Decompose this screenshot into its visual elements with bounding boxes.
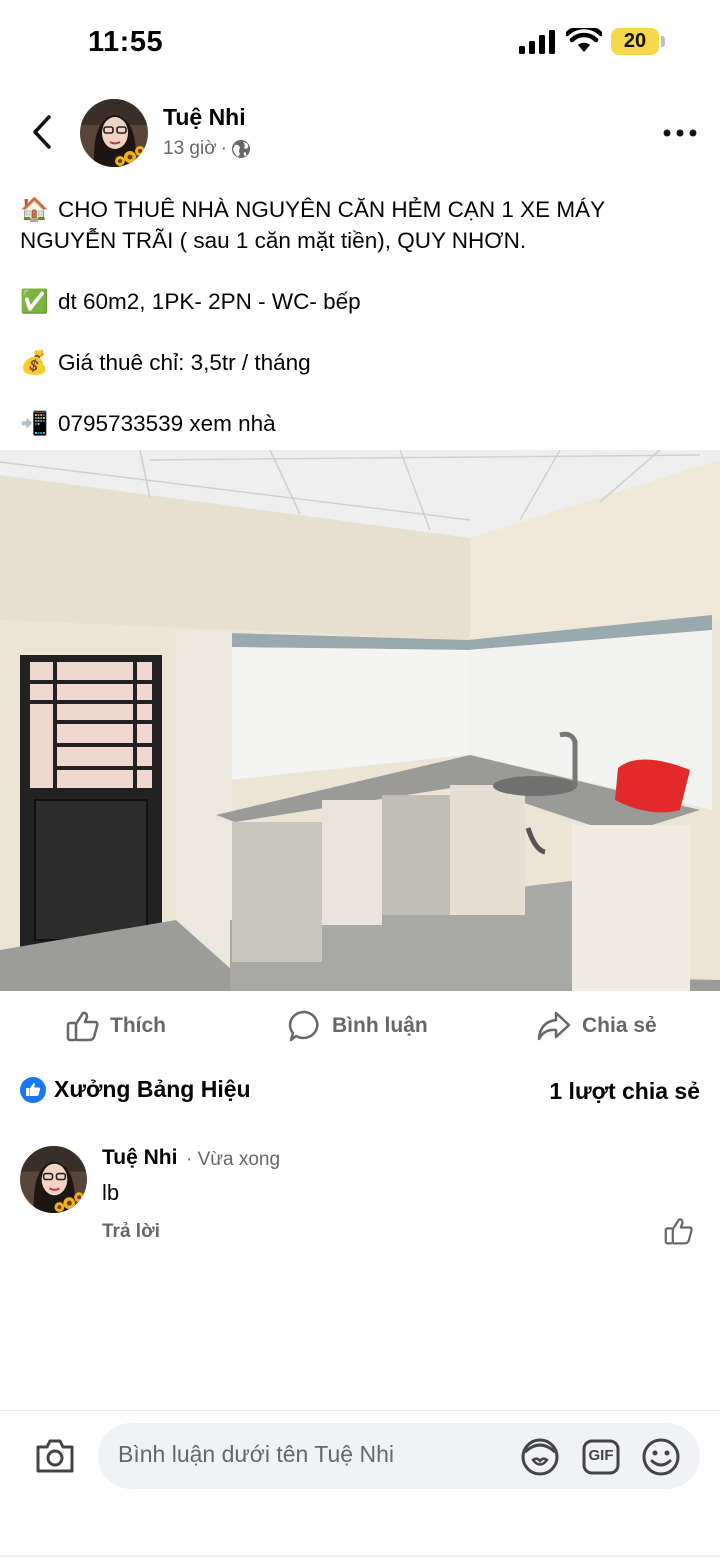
more-options-button[interactable] — [660, 118, 700, 148]
post-line-title: 🏠 CHO THUÊ NHÀ NGUYÊN CĂN HẺM CẠN 1 XE M… — [20, 194, 710, 225]
author-avatar[interactable] — [80, 99, 148, 167]
post-area-text: dt 60m2, 1PK- 2PN - WC- bếp — [58, 289, 361, 314]
chevron-left-icon — [33, 115, 51, 149]
post-line-area: ✅ dt 60m2, 1PK- 2PN - WC- bếp — [20, 286, 710, 317]
post-actions: Thích Bình luận Chia sẻ — [0, 1000, 720, 1052]
like-label: Thích — [110, 1014, 166, 1037]
battery-icon: 20 — [611, 28, 659, 55]
cellular-signal-icon — [519, 30, 555, 54]
wifi-icon — [566, 28, 602, 52]
post-meta: 13 giờ · — [163, 138, 251, 160]
post-photo[interactable] — [0, 450, 720, 991]
camera-icon[interactable] — [34, 1436, 76, 1476]
post-contact-text: 0795733539 xem nhà — [58, 411, 276, 436]
post-line-price: 💰 Giá thuê chỉ: 3,5tr / tháng — [20, 347, 710, 378]
meta-separator: · — [220, 138, 227, 159]
share-count[interactable]: 1 lượt chia sẻ — [549, 1078, 700, 1105]
share-label: Chia sẻ — [582, 1014, 657, 1037]
thumbs-up-icon — [66, 1011, 99, 1042]
post-line-contact: 📲 0795733539 xem nhà — [20, 408, 710, 439]
globe-icon — [232, 140, 250, 158]
back-button[interactable] — [22, 112, 62, 152]
reactor-name: Xưởng Bảng Hiệu — [54, 1076, 251, 1102]
reaction-summary[interactable]: Xưởng Bảng Hiệu — [20, 1076, 251, 1103]
comment-text: lb — [102, 1180, 120, 1205]
comment-input-placeholder: Bình luận dưới tên Tuệ Nhi — [118, 1441, 394, 1467]
comment-author-name[interactable]: Tuệ Nhi — [102, 1146, 177, 1170]
check-mark-icon: ✅ — [20, 288, 49, 314]
post-body: 🏠 CHO THUÊ NHÀ NGUYÊN CĂN HẺM CẠN 1 XE M… — [20, 194, 710, 439]
gif-button[interactable]: GIF — [581, 1438, 621, 1476]
comment-label: Bình luận — [332, 1014, 428, 1037]
commenter-avatar-image — [20, 1146, 87, 1213]
money-bag-icon: 💰 — [20, 349, 49, 375]
gif-label: GIF — [588, 1447, 614, 1464]
comment-like-icon[interactable] — [664, 1216, 694, 1246]
like-reaction-icon — [20, 1076, 46, 1103]
like-button[interactable]: Thích — [66, 1006, 166, 1046]
more-dots-icon — [663, 129, 697, 137]
comment-button[interactable]: Bình luận — [288, 1006, 428, 1046]
reaction-row: Xưởng Bảng Hiệu 1 lượt chia sẻ — [20, 1074, 700, 1110]
commenter-avatar[interactable] — [20, 1146, 87, 1213]
post-price-text: Giá thuê chỉ: 3,5tr / tháng — [58, 350, 311, 375]
emoji-icon[interactable] — [640, 1436, 682, 1478]
avatar-image — [80, 99, 148, 167]
post-author-name[interactable]: Tuệ Nhi — [163, 104, 246, 131]
status-bar: 11:55 20 — [0, 0, 720, 86]
house-icon: 🏠 — [20, 196, 49, 222]
comment-icon — [288, 1010, 319, 1042]
status-time: 11:55 — [88, 26, 164, 58]
post-line-address: NGUYỄN TRÃI ( sau 1 căn mặt tiền), QUY N… — [20, 225, 710, 256]
share-button[interactable]: Chia sẻ — [536, 1006, 657, 1046]
post-time: 13 giờ — [163, 138, 217, 159]
avatar-sticker-icon[interactable] — [519, 1436, 561, 1478]
post-address-text: NGUYỄN TRÃI ( sau 1 căn mặt tiền), QUY N… — [20, 228, 527, 253]
share-icon — [537, 1011, 571, 1041]
phone-icon: 📲 — [20, 410, 49, 436]
reply-button[interactable]: Trả lời — [102, 1221, 160, 1243]
kitchen-photo — [0, 450, 720, 991]
comment-time: · Vừa xong — [186, 1149, 281, 1170]
battery-tip — [661, 36, 665, 47]
battery-level: 20 — [623, 30, 647, 52]
post-title-text: CHO THUÊ NHÀ NGUYÊN CĂN HẺM CẠN 1 XE MÁY — [58, 197, 606, 222]
